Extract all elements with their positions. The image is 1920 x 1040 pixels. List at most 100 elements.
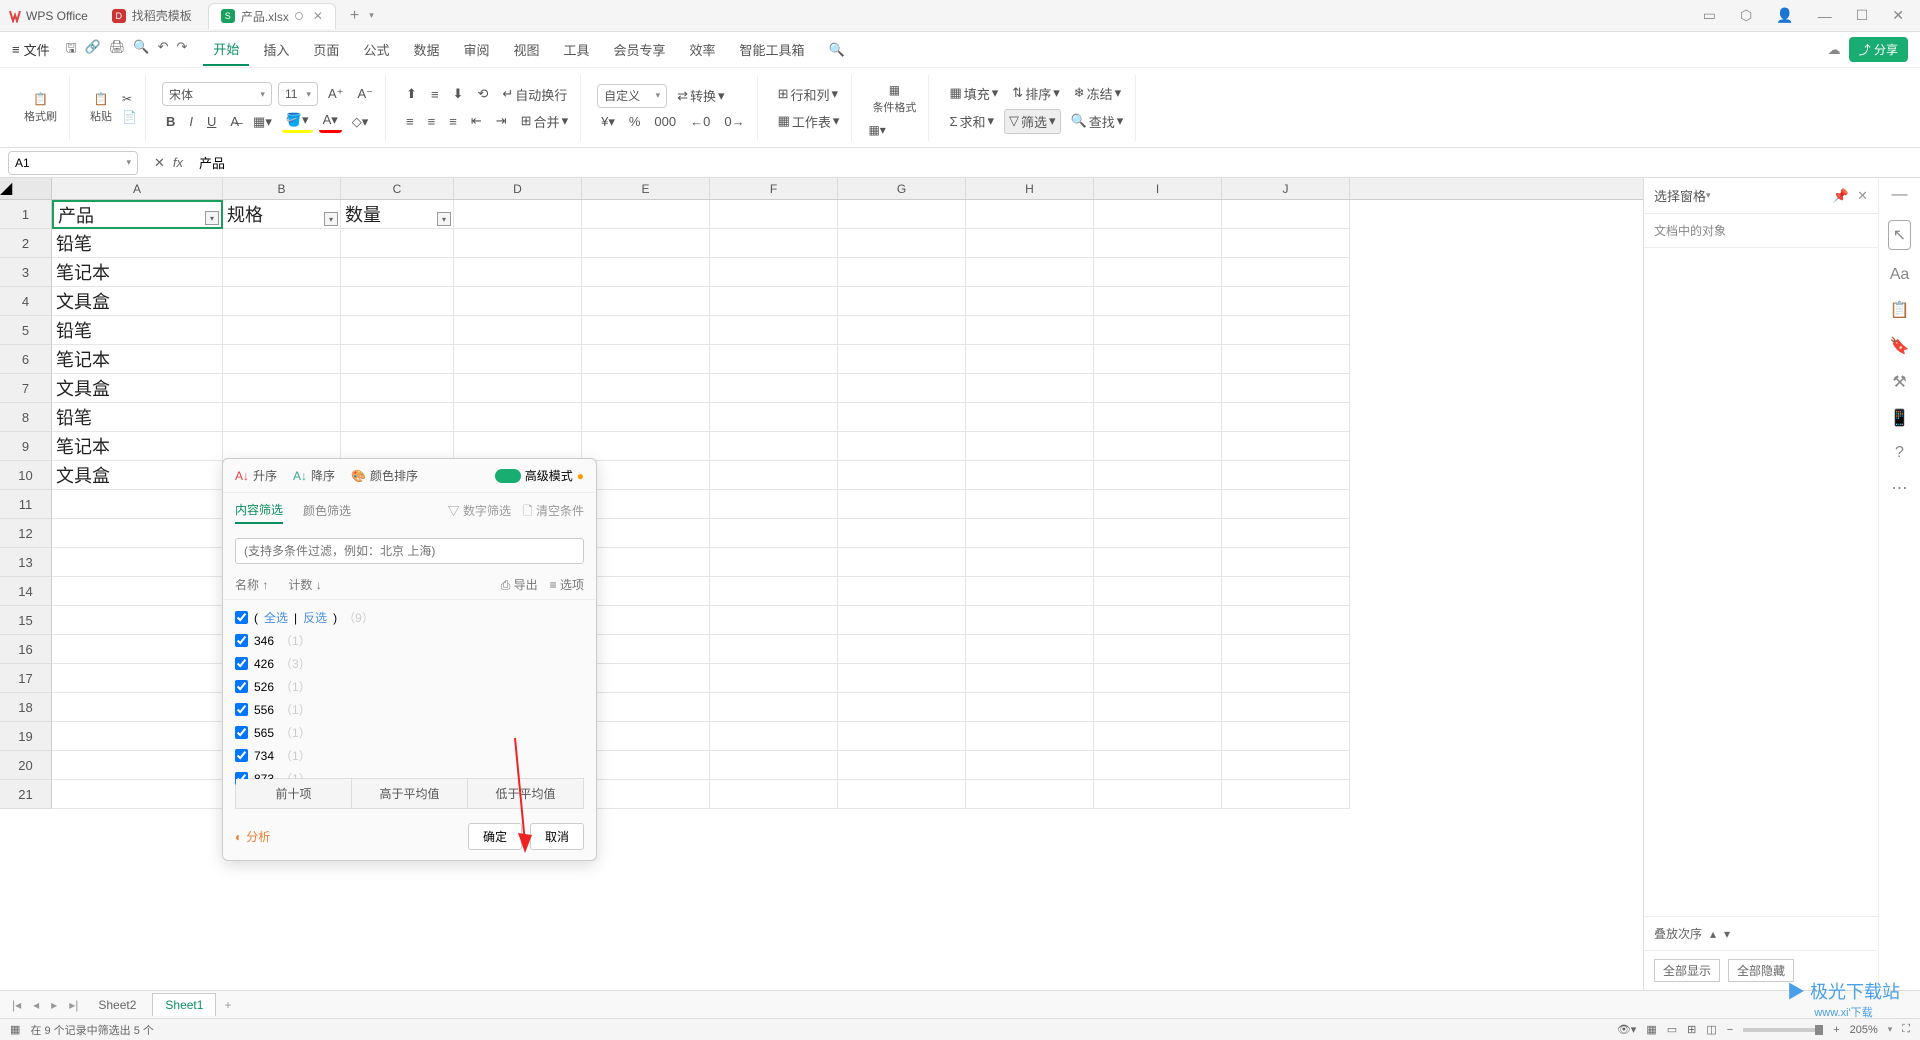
cell[interactable] — [454, 258, 582, 287]
cell[interactable]: 笔记本 — [52, 432, 223, 461]
cell[interactable] — [966, 606, 1094, 635]
sort-button[interactable]: ⇅ 排序▾ — [1008, 82, 1063, 105]
col-header-C[interactable]: C — [341, 178, 454, 199]
row-header[interactable]: 18 — [0, 693, 52, 722]
cell[interactable] — [1222, 200, 1350, 229]
align-left-icon[interactable]: ≡ — [402, 112, 418, 131]
zoom-out-icon[interactable]: − — [1727, 1024, 1733, 1036]
col-header-J[interactable]: J — [1222, 178, 1350, 199]
cell[interactable] — [1094, 635, 1222, 664]
cell[interactable] — [838, 606, 966, 635]
row-header[interactable]: 13 — [0, 548, 52, 577]
show-all-button[interactable]: 全部显示 — [1654, 959, 1720, 982]
filter-item[interactable]: 526 （1） — [235, 675, 584, 698]
cell[interactable] — [223, 287, 341, 316]
row-header[interactable]: 16 — [0, 635, 52, 664]
cell[interactable] — [838, 316, 966, 345]
cell[interactable] — [1094, 403, 1222, 432]
filter-item[interactable]: 565 （1） — [235, 721, 584, 744]
tools-icon[interactable]: ⚒ — [1892, 372, 1906, 392]
cell[interactable] — [52, 664, 223, 693]
cell[interactable] — [1094, 200, 1222, 229]
filter-item[interactable]: 556 （1） — [235, 698, 584, 721]
cell[interactable] — [710, 374, 838, 403]
view-break-icon[interactable]: ⊞ — [1687, 1023, 1696, 1036]
cell[interactable] — [1222, 722, 1350, 751]
fullscreen-icon[interactable]: ⛶ — [1902, 1023, 1910, 1036]
cell[interactable] — [710, 548, 838, 577]
cell[interactable] — [838, 548, 966, 577]
cell[interactable] — [454, 403, 582, 432]
filter-item[interactable]: 426 （3） — [235, 652, 584, 675]
freeze-button[interactable]: ❄ 冻结▾ — [1070, 82, 1125, 105]
cell[interactable] — [52, 548, 223, 577]
cell[interactable]: 文具盒 — [52, 461, 223, 490]
cell[interactable] — [1094, 693, 1222, 722]
cell[interactable] — [454, 374, 582, 403]
row-header[interactable]: 8 — [0, 403, 52, 432]
cell[interactable] — [582, 722, 710, 751]
row-header[interactable]: 20 — [0, 751, 52, 780]
font-size[interactable]: 11▾ — [278, 82, 318, 106]
cell[interactable] — [341, 403, 454, 432]
copy-icon[interactable]: 📄 — [122, 110, 137, 124]
indent-left-icon[interactable]: ⇤ — [467, 111, 486, 131]
cell[interactable] — [341, 374, 454, 403]
cell[interactable] — [582, 345, 710, 374]
cell[interactable] — [582, 258, 710, 287]
cell[interactable] — [582, 664, 710, 693]
menu-smart[interactable]: 智能工具箱 — [730, 34, 815, 65]
cube-icon[interactable]: ⬡ — [1732, 3, 1760, 28]
cell[interactable] — [966, 403, 1094, 432]
cell[interactable] — [966, 287, 1094, 316]
print-icon[interactable]: 🖨 — [109, 39, 126, 61]
cell[interactable] — [582, 577, 710, 606]
cell[interactable] — [582, 490, 710, 519]
cell[interactable] — [838, 635, 966, 664]
col-header-G[interactable]: G — [838, 178, 966, 199]
cell[interactable] — [52, 751, 223, 780]
cell[interactable] — [582, 751, 710, 780]
comma-icon[interactable]: 000 — [650, 112, 680, 131]
cell[interactable] — [1222, 287, 1350, 316]
row-header[interactable]: 2 — [0, 229, 52, 258]
sort-desc-button[interactable]: A↓降序 — [293, 467, 335, 484]
advanced-mode-toggle[interactable]: 高级模式● — [495, 467, 584, 484]
cell[interactable] — [1222, 635, 1350, 664]
menu-insert[interactable]: 插入 — [253, 34, 299, 65]
cell[interactable] — [966, 432, 1094, 461]
row-header[interactable]: 15 — [0, 606, 52, 635]
cell[interactable] — [838, 490, 966, 519]
cell[interactable] — [710, 751, 838, 780]
tab-dropdown-icon[interactable]: ▾ — [369, 10, 374, 21]
cell[interactable] — [52, 722, 223, 751]
invert-link[interactable]: 反选 — [303, 609, 327, 626]
layout-icon[interactable]: ▦ — [10, 1023, 20, 1036]
cell[interactable] — [341, 345, 454, 374]
cell[interactable] — [223, 345, 341, 374]
col-header-B[interactable]: B — [223, 178, 341, 199]
cell[interactable] — [52, 780, 223, 809]
border-icon[interactable]: ▦▾ — [249, 112, 276, 132]
view-page-icon[interactable]: ▭ — [1667, 1023, 1677, 1036]
cell[interactable] — [52, 577, 223, 606]
align-right-icon[interactable]: ≡ — [445, 112, 461, 131]
align-center-icon[interactable]: ≡ — [424, 112, 440, 131]
cell[interactable]: 铅笔 — [52, 403, 223, 432]
below-avg-button[interactable]: 低于平均值 — [468, 779, 583, 808]
cell[interactable] — [52, 606, 223, 635]
cell[interactable] — [454, 345, 582, 374]
font-color-icon[interactable]: A▾ — [319, 110, 342, 133]
top-items-button[interactable]: 前十项 — [236, 779, 352, 808]
cell[interactable] — [454, 229, 582, 258]
menu-efficiency[interactable]: 效率 — [680, 34, 726, 65]
filter-search-input[interactable] — [235, 538, 584, 564]
align-middle-icon[interactable]: ≡ — [427, 85, 443, 104]
cell[interactable] — [710, 519, 838, 548]
cell[interactable] — [341, 287, 454, 316]
col-header-H[interactable]: H — [966, 178, 1094, 199]
cell[interactable] — [838, 519, 966, 548]
collapse-icon[interactable]: — — [1892, 186, 1908, 204]
cell[interactable] — [1094, 432, 1222, 461]
cell[interactable] — [1222, 345, 1350, 374]
